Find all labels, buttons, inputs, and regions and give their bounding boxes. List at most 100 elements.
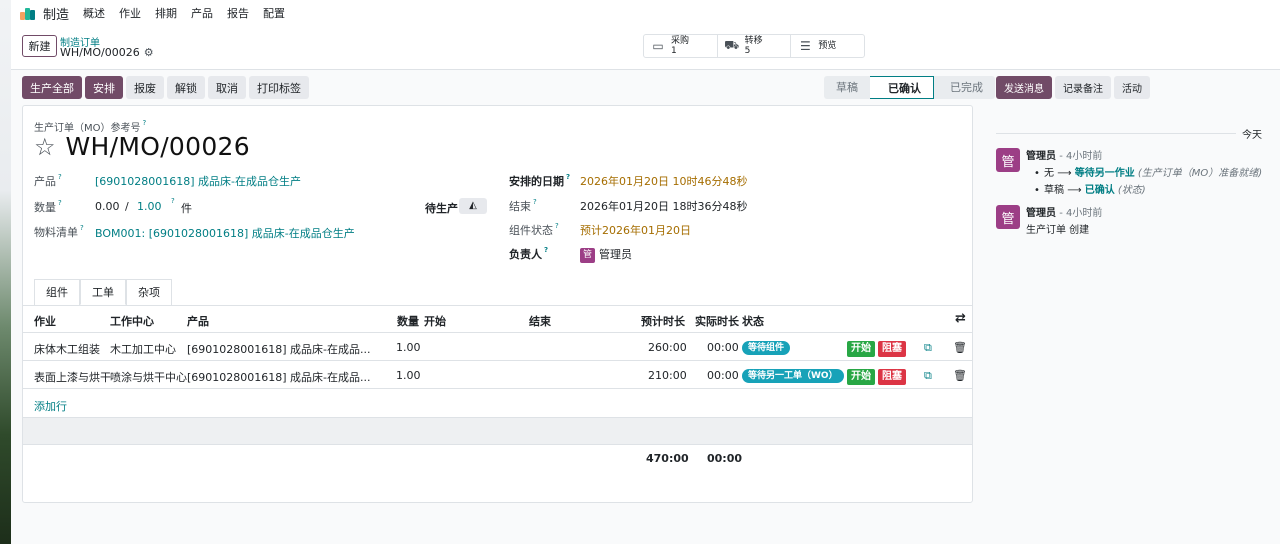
star-icon[interactable]: ☆ (34, 133, 56, 161)
purchase-count: 1 (671, 46, 677, 56)
responsible-name: 管理员 (599, 248, 632, 261)
col-real-duration[interactable]: 实际时长 (695, 313, 739, 329)
record-title: WH/MO/00026 (65, 132, 250, 161)
table-empty-row (23, 417, 972, 445)
plan-button[interactable]: 安排 (85, 76, 123, 99)
quantity-input[interactable]: 1.00 (137, 200, 162, 213)
message-author[interactable]: 管理员 (1026, 208, 1056, 219)
bom-label: 物料清单? (34, 224, 84, 239)
menu-planning[interactable]: 排期 (155, 5, 177, 21)
form-sheet: 生产订单（MO）参考号? ☆ WH/MO/00026 产品? [69010280… (22, 105, 973, 503)
start-button[interactable]: 开始 (847, 341, 875, 357)
table-row[interactable]: 表面上漆与烘干 喷涂与烘干中心 [6901028001618] 成品床-在成品.… (23, 361, 972, 389)
transfer-smart-button[interactable]: ⛟ 转移 5 (718, 35, 792, 57)
tab-misc[interactable]: 杂项 (126, 279, 172, 305)
print-labels-button[interactable]: 打印标签 (249, 76, 309, 99)
block-button[interactable]: 阻塞 (878, 369, 906, 385)
arrow-right-icon: ⟶ (1067, 185, 1082, 196)
menu-reporting[interactable]: 报告 (227, 5, 249, 21)
tab-components[interactable]: 组件 (34, 279, 80, 305)
send-message-button[interactable]: 发送消息 (996, 76, 1052, 99)
stage-done[interactable]: 已完成 (934, 76, 995, 99)
purchase-smart-button[interactable]: ▭ 采购 1 (644, 35, 718, 57)
avatar[interactable]: 管 (996, 148, 1020, 172)
new-button[interactable]: 新建 (22, 35, 57, 57)
unlock-button[interactable]: 解锁 (167, 76, 205, 99)
table-row[interactable]: 床体木工组装 木工加工中心 [6901028001618] 成品床-在成品...… (23, 333, 972, 361)
col-quantity[interactable]: 数量 (397, 313, 419, 329)
menu-configuration[interactable]: 配置 (263, 5, 285, 21)
product-field[interactable]: [6901028001618] 成品床-在成品仓生产 (95, 173, 301, 189)
chart-area-icon[interactable]: ◭ (459, 198, 487, 214)
tracking-line: 无 ⟶ 等待另一作业 (生产订单（MO）准备就绪) (1026, 165, 1262, 182)
component-status-label: 组件状态? (509, 222, 559, 237)
app-name[interactable]: 制造 (43, 4, 69, 23)
activities-button[interactable]: 活动 (1114, 76, 1150, 99)
app-window: 制造 概述 作业 排期 产品 报告 配置 新建 制造订单 WH/MO/00026… (11, 0, 1280, 544)
truck-icon: ⛟ (724, 38, 740, 52)
transfer-label: 转移 (744, 36, 763, 46)
component-status-field: 预计2026年01月20日 (580, 224, 691, 237)
bom-field[interactable]: BOM001: [6901028001618] 成品床-在成品仓生产 (95, 225, 355, 241)
scrap-button[interactable]: 报废 (126, 76, 164, 99)
preview-smart-button[interactable]: ☰ 预览 (791, 35, 864, 57)
col-expected-duration[interactable]: 预计时长 (641, 313, 685, 329)
menu-overview[interactable]: 概述 (83, 5, 105, 21)
chatter: 今天 管 管理员 - 4小时前 无 ⟶ 等待另一作业 (生产订单（MO）准备就绪… (996, 110, 1276, 239)
start-button[interactable]: 开始 (847, 369, 875, 385)
breadcrumb-current: WH/MO/00026 ⚙ (60, 46, 154, 59)
total-real-duration: 00:00 (707, 452, 743, 465)
avatar[interactable]: 管 (996, 205, 1020, 229)
smart-buttons: ▭ 采购 1 ⛟ 转移 5 ☰ 预览 (643, 34, 865, 58)
to-produce-label: 待生产 (425, 202, 458, 215)
trash-icon[interactable]: 🗑 (953, 341, 967, 354)
stage-draft[interactable]: 草稿 (824, 76, 870, 99)
gear-icon[interactable]: ⚙ (144, 46, 154, 59)
workorder-table: 作业 工作中心 产品 数量 开始 结束 预计时长 实际时长 状态 ⇄ 床体木工组… (23, 305, 972, 389)
product-label: 产品? (34, 173, 62, 188)
uom-field[interactable]: 件 (181, 200, 192, 216)
cancel-button[interactable]: 取消 (208, 76, 246, 99)
manufacturing-logo-icon[interactable] (20, 6, 36, 20)
end-date-field[interactable]: 2026年01月20日 18时36分48秒 (580, 198, 747, 214)
credit-card-icon: ▭ (652, 39, 664, 53)
tracking-line: 草稿 ⟶ 已确认 (状态) (1026, 182, 1262, 199)
scheduled-date-label: 安排的日期? (509, 173, 571, 188)
col-workcenter[interactable]: 工作中心 (110, 313, 154, 329)
menu-operations[interactable]: 作业 (119, 5, 141, 21)
col-product[interactable]: 产品 (187, 313, 209, 329)
quantity-separator: / (125, 200, 129, 213)
stage-confirmed[interactable]: 已确认 (870, 76, 934, 99)
trash-icon[interactable]: 🗑 (953, 369, 967, 382)
avatar: 管 (580, 247, 595, 263)
arrow-right-icon: ⟶ (1057, 168, 1072, 179)
col-start[interactable]: 开始 (424, 313, 446, 329)
col-end[interactable]: 结束 (529, 313, 551, 329)
optional-columns-icon[interactable]: ⇄ (955, 311, 966, 326)
status-badge: 等待另一工单（WO） (742, 369, 844, 383)
day-separator: 今天 (996, 126, 1276, 141)
responsible-field[interactable]: 管管理员 (580, 246, 632, 263)
col-status[interactable]: 状态 (742, 313, 764, 329)
add-line-link[interactable]: 添加行 (34, 398, 67, 414)
col-operation[interactable]: 作业 (34, 313, 56, 329)
block-button[interactable]: 阻塞 (878, 341, 906, 357)
chatter-actions: 发送消息 记录备注 活动 (996, 76, 1150, 99)
responsible-label: 负责人? (509, 246, 549, 261)
log-note-button[interactable]: 记录备注 (1055, 76, 1111, 99)
total-expected-duration: 470:00 (646, 452, 689, 465)
produce-all-button[interactable]: 生产全部 (22, 76, 82, 99)
external-link-icon[interactable]: ⧉ (924, 369, 932, 383)
external-link-icon[interactable]: ⧉ (924, 341, 932, 355)
tab-workorders[interactable]: 工单 (80, 279, 126, 305)
status-badge: 等待组件 (742, 341, 791, 355)
menu-products[interactable]: 产品 (191, 5, 213, 21)
control-panel: 新建 制造订单 WH/MO/00026 ⚙ ▭ 采购 1 ⛟ 转移 5 ☰ 预览 (11, 26, 1280, 70)
message-time: - 4小时前 (1059, 151, 1103, 162)
message-author[interactable]: 管理员 (1026, 151, 1056, 162)
breadcrumb-current-label: WH/MO/00026 (60, 46, 140, 59)
chatter-message: 管 管理员 - 4小时前 生产订单 创建 (996, 205, 1276, 239)
scheduled-date-field[interactable]: 2026年01月20日 10时46分48秒 (580, 173, 747, 189)
statusbar: 草稿 已确认 已完成 (824, 76, 995, 99)
notebook-tabs: 组件 工单 杂项 (34, 279, 172, 305)
